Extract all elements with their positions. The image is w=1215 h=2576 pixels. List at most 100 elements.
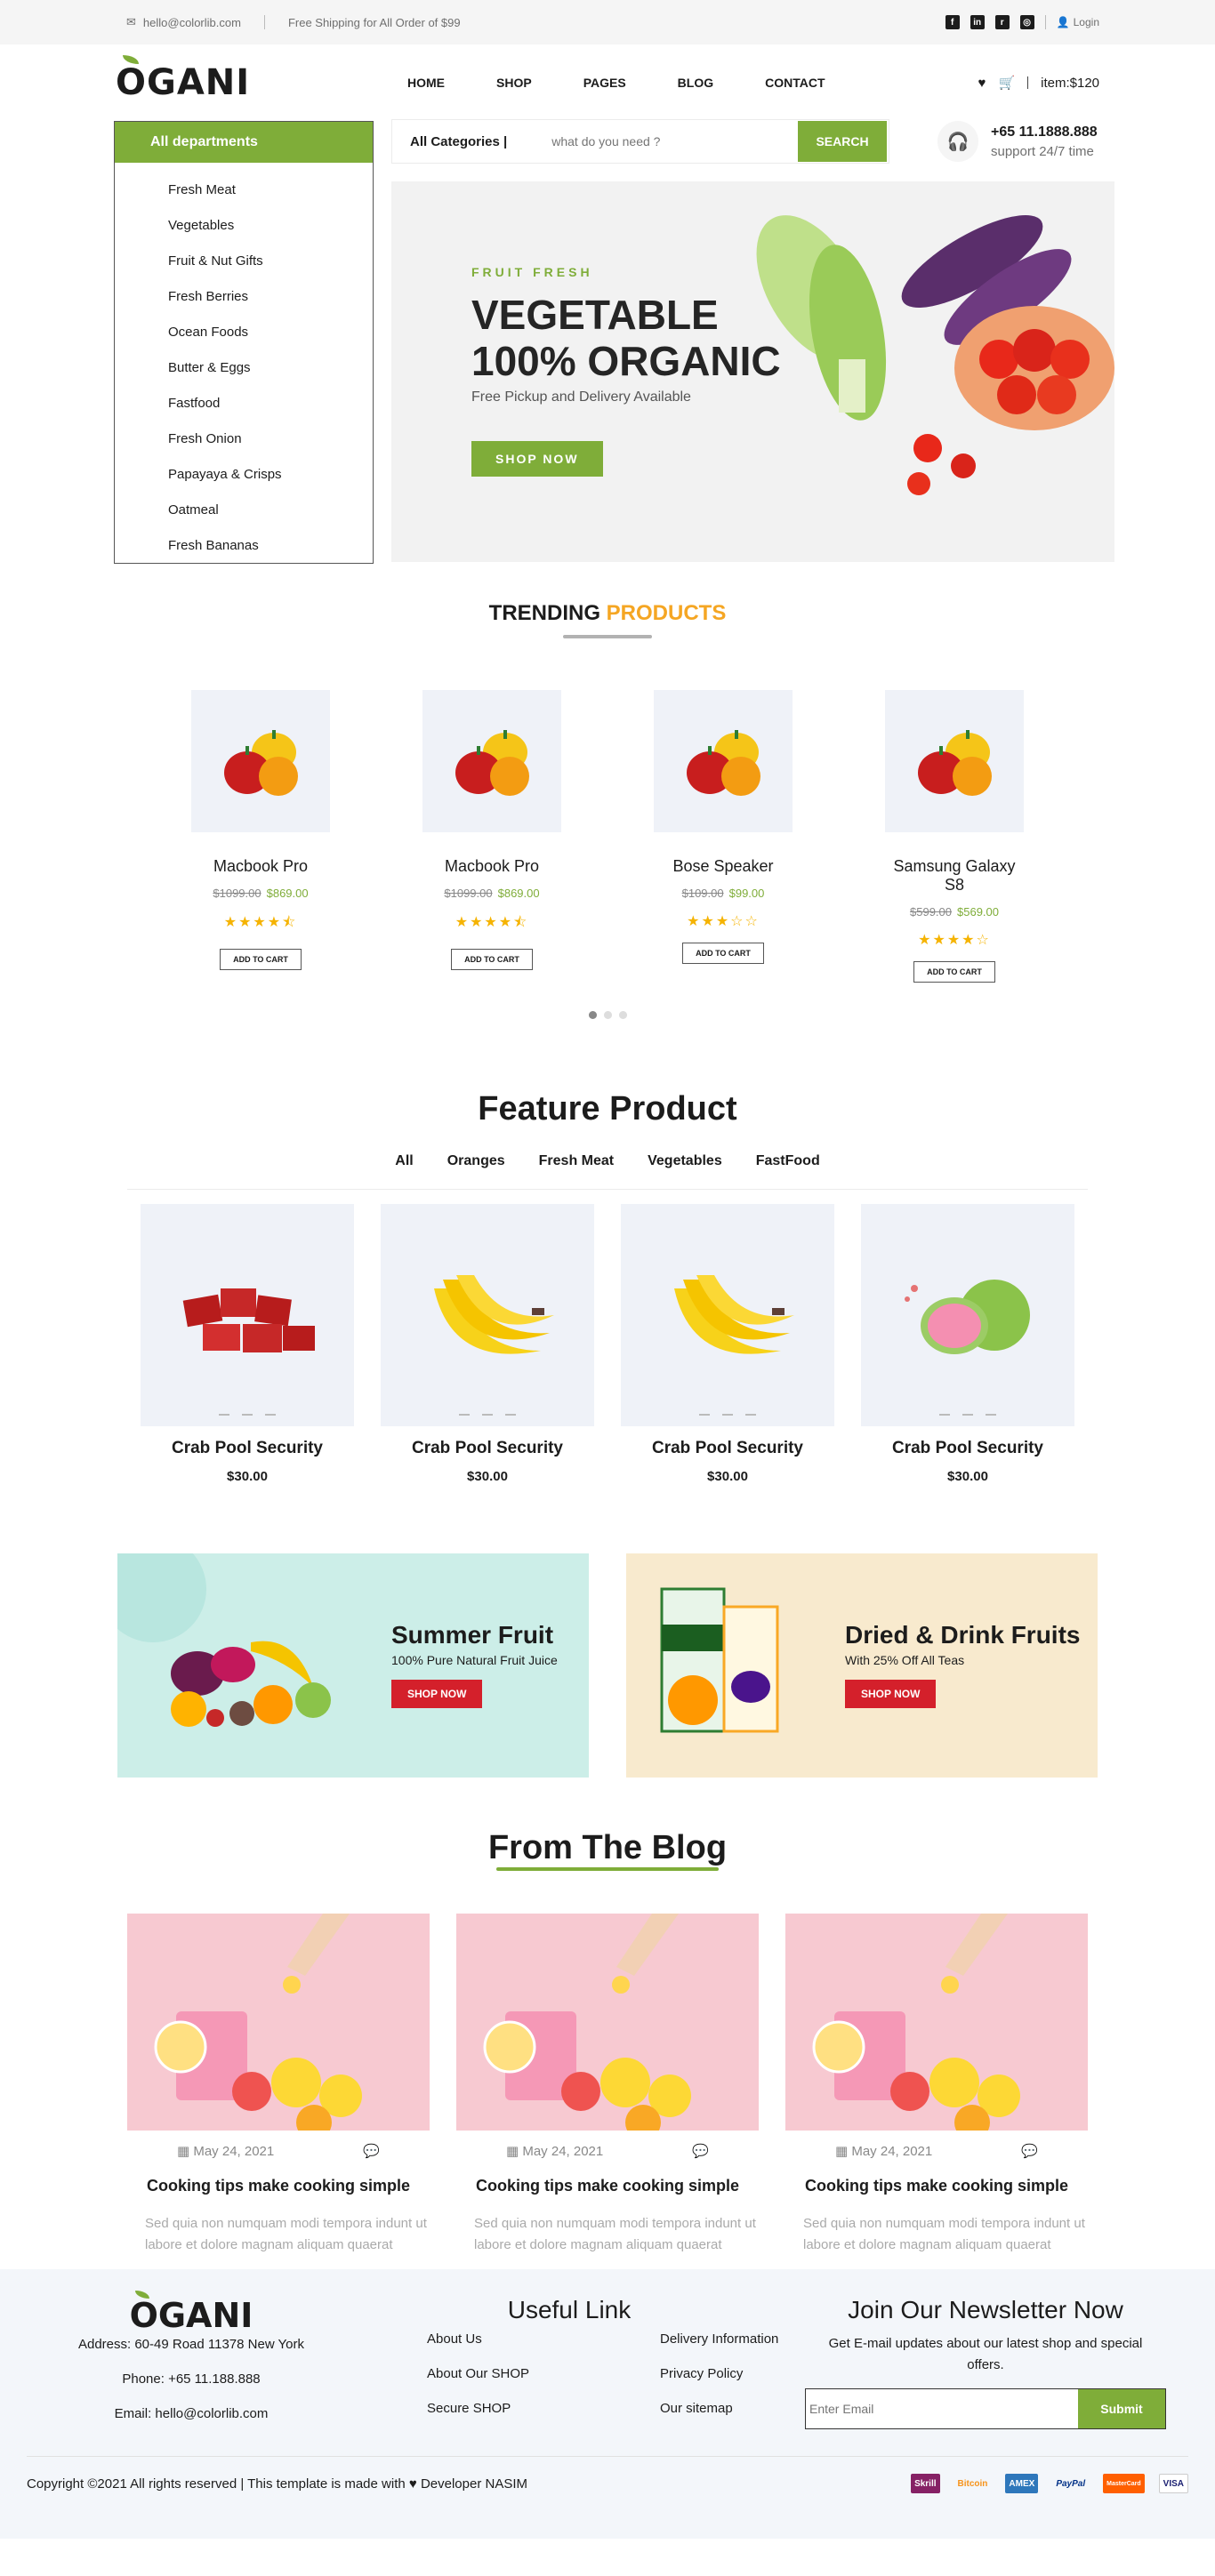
newsletter-text: Get E-mail updates about our latest shop… [828, 2336, 1143, 2372]
add-to-cart-button[interactable]: ADD TO CART [682, 943, 764, 964]
footer-logo[interactable]: OGANI [130, 2291, 253, 2335]
facebook-icon[interactable]: f [945, 15, 960, 29]
topbar-email[interactable]: ✉ hello@colorlib.com [126, 15, 241, 29]
blog-post-title[interactable]: Cooking tips make cooking simple [456, 2177, 759, 2195]
newsletter-email-input[interactable] [806, 2389, 1078, 2428]
meat-image [182, 1288, 315, 1352]
peppers-image [455, 730, 529, 796]
cart-icon[interactable]: 🛒 [998, 75, 1015, 91]
shop-now-button[interactable]: SHOP NOW [471, 441, 603, 477]
comment-icon[interactable]: 💬 [692, 2143, 709, 2159]
promo-banner-summer[interactable]: Summer Fruit 100% Pure Natural Fruit Jui… [117, 1553, 589, 1778]
linkedin-icon[interactable]: in [970, 15, 985, 29]
search-input[interactable] [525, 120, 798, 163]
feature-image[interactable] [381, 1204, 594, 1426]
departments-toggle[interactable]: All departments [115, 122, 373, 163]
heart-icon[interactable]: ♥ [978, 76, 986, 91]
add-to-cart-button[interactable]: ADD TO CART [913, 961, 995, 983]
department-item[interactable]: Butter & Eggs [168, 349, 373, 385]
feature-name[interactable]: Crab Pool Security [861, 1439, 1074, 1458]
product-price: $109.00 $99.00 [681, 887, 765, 900]
category-select[interactable]: All Categories | [392, 134, 525, 149]
add-to-cart-button[interactable]: ADD TO CART [451, 949, 533, 970]
department-item[interactable]: Oatmeal [168, 492, 373, 527]
feature-name[interactable]: Crab Pool Security [621, 1439, 834, 1458]
support-text: support 24/7 time [991, 143, 1094, 159]
department-item[interactable]: Vegetables [168, 207, 373, 243]
feature-image[interactable] [141, 1204, 354, 1426]
feature-image[interactable] [861, 1204, 1074, 1426]
department-item[interactable]: Fresh Meat [168, 172, 373, 207]
comment-icon[interactable]: 💬 [1021, 2143, 1038, 2159]
trending-title: TRENDING PRODUCTS [488, 601, 727, 625]
reddit-icon[interactable]: r [994, 15, 1010, 29]
nav-home[interactable]: HOME [407, 76, 445, 90]
tab-vegetables[interactable]: Vegetables [648, 1153, 722, 1169]
blog-excerpt: Sed quia non numquam modi tempora indunt… [145, 2216, 427, 2252]
product-image[interactable] [654, 690, 793, 832]
product-name[interactable]: Samsung Galaxy S8 [885, 857, 1024, 895]
newsletter-submit-button[interactable]: Submit [1078, 2389, 1165, 2428]
grapefruit-drink-image [154, 1914, 362, 2131]
phone-number: +65 11.1888.888 [991, 124, 1098, 140]
star-rating: ★★★★⯪ [223, 915, 298, 930]
tab-all[interactable]: All [395, 1153, 413, 1169]
carousel-dot[interactable] [603, 1011, 612, 1019]
product-image[interactable] [885, 690, 1024, 832]
banana-image [674, 1275, 794, 1354]
feature-card: Crab Pool Security $30.00 [381, 1204, 594, 1484]
nav-shop[interactable]: SHOP [496, 76, 532, 90]
product-card: Macbook Pro $1099.00 $869.00 ★★★★⯪ ADD TO… [191, 690, 330, 983]
nav-contact[interactable]: CONTACT [765, 76, 825, 90]
comment-icon[interactable]: 💬 [363, 2143, 380, 2159]
carousel-dot[interactable] [588, 1011, 597, 1019]
blog-post-title[interactable]: Cooking tips make cooking simple [785, 2177, 1088, 2195]
product-image[interactable] [191, 690, 330, 832]
product-name[interactable]: Bose Speaker [654, 857, 793, 876]
promo-shop-button[interactable]: SHOP NOW [391, 1680, 483, 1708]
fruits-image [117, 1553, 331, 1727]
login-link[interactable]: 👤 Login [1057, 16, 1099, 28]
feature-name[interactable]: Crab Pool Security [141, 1439, 354, 1458]
blog-post-title[interactable]: Cooking tips make cooking simple [127, 2177, 430, 2195]
feature-image[interactable] [621, 1204, 834, 1426]
promo-shop-button[interactable]: SHOP NOW [845, 1680, 937, 1708]
blog-date: ▦ May 24, 2021 [177, 2144, 275, 2159]
product-price: $1099.00 $869.00 [444, 887, 540, 900]
department-item[interactable]: Fruit & Nut Gifts [168, 243, 373, 278]
department-item[interactable]: Papayaya & Crisps [168, 456, 373, 492]
department-item[interactable]: Ocean Foods [168, 314, 373, 349]
blog-card: ▦ May 24, 2021 💬 Cooking tips make cookin… [127, 1914, 430, 2256]
department-item[interactable]: Fresh Onion [168, 421, 373, 456]
nav-blog[interactable]: BLOG [678, 76, 713, 90]
logo[interactable]: OGANI [116, 55, 382, 103]
feature-price: $30.00 [227, 1469, 268, 1484]
product-name[interactable]: Macbook Pro [191, 857, 330, 876]
topbar: ✉ hello@colorlib.com Free Shipping for A… [0, 0, 1215, 44]
nav-pages[interactable]: PAGES [583, 76, 626, 90]
footer-link[interactable]: Secure SHOP [427, 2401, 660, 2416]
product-image[interactable] [422, 690, 561, 832]
department-item[interactable]: Fastfood [168, 385, 373, 421]
feature-name[interactable]: Crab Pool Security [381, 1439, 594, 1458]
header-cart: ♥ 🛒 item:$120 [978, 75, 1099, 92]
instagram-icon[interactable]: ◎ [1019, 15, 1034, 29]
search-button[interactable]: SEARCH [798, 121, 887, 162]
footer-link[interactable]: About Our SHOP [427, 2366, 660, 2381]
blog-image[interactable] [456, 1914, 759, 2131]
tab-oranges[interactable]: Oranges [447, 1153, 505, 1169]
cart-total: item:$120 [1041, 75, 1099, 91]
skrill-icon: Skrill [911, 2474, 940, 2493]
shipping-notice: Free Shipping for All Order of $99 [287, 15, 461, 29]
carousel-dot[interactable] [618, 1011, 627, 1019]
promo-banner-dried[interactable]: Dried & Drink Fruits With 25% Off All Te… [626, 1553, 1098, 1778]
tab-fresh-meat[interactable]: Fresh Meat [539, 1153, 614, 1169]
footer-link[interactable]: About Us [427, 2331, 660, 2347]
tab-fastfood[interactable]: FastFood [756, 1153, 820, 1169]
department-item[interactable]: Fresh Bananas [168, 527, 373, 563]
add-to-cart-button[interactable]: ADD TO CART [220, 949, 302, 970]
blog-image[interactable] [785, 1914, 1088, 2131]
department-item[interactable]: Fresh Berries [168, 278, 373, 314]
product-name[interactable]: Macbook Pro [422, 857, 561, 876]
blog-image[interactable] [127, 1914, 430, 2131]
